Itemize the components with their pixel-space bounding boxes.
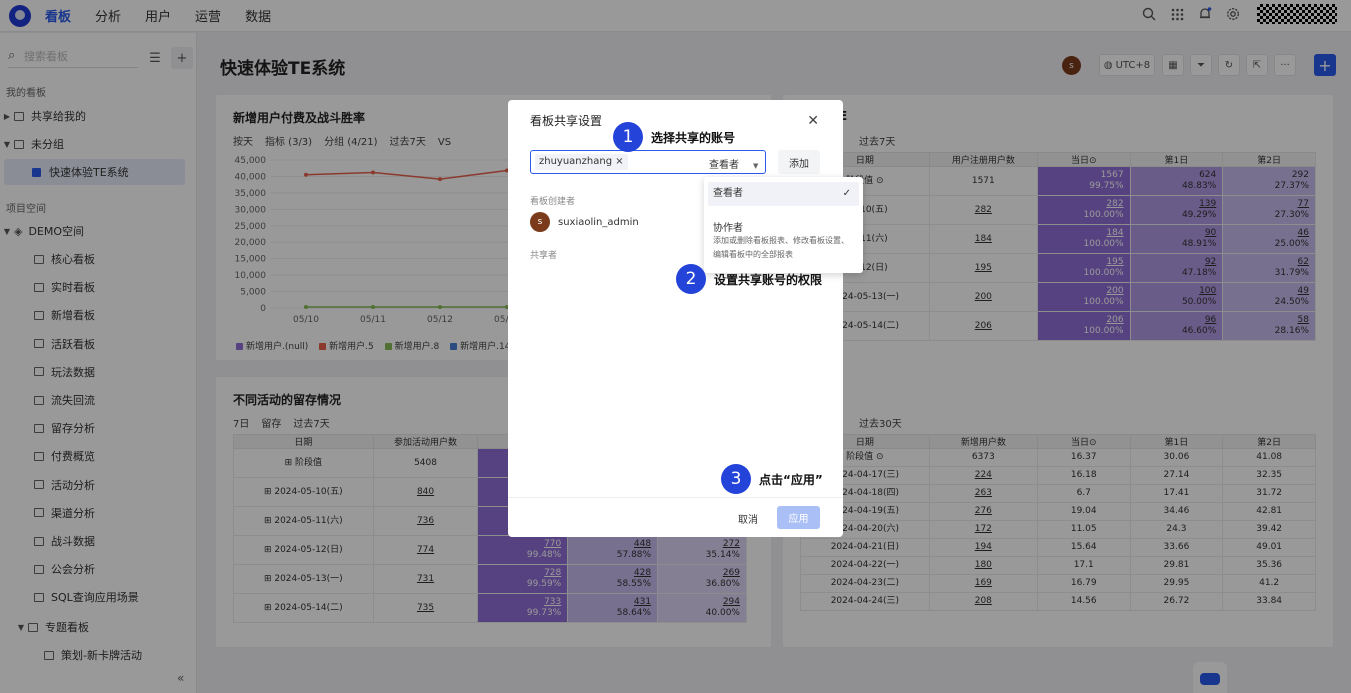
creator-avatar: s: [530, 212, 550, 232]
role-dropdown-menu: 查看者 ✓ 协作者 添加或删除看板报表、修改看板设置、编辑看板中的全部报表: [704, 177, 863, 273]
role-option-collaborator[interactable]: 协作者: [713, 219, 743, 234]
step-text: 选择共享的账号: [651, 130, 736, 145]
step-number-badge: 2: [676, 264, 706, 294]
step-number-badge: 3: [721, 464, 751, 494]
selected-account-tag: zhuyuanzhang ×: [535, 154, 628, 170]
add-button[interactable]: 添加: [778, 150, 820, 174]
callout-step-3: 3 点击“应用”: [721, 464, 823, 494]
cancel-button[interactable]: 取消: [738, 511, 758, 526]
close-icon[interactable]: ✕: [807, 113, 819, 129]
check-icon: ✓: [842, 188, 851, 199]
creator-label: 看板创建者: [530, 197, 576, 207]
apply-button[interactable]: 应用: [777, 506, 820, 529]
tag-remove-icon[interactable]: ×: [615, 156, 623, 167]
role-option-viewer[interactable]: 查看者 ✓: [708, 182, 859, 206]
dialog-title: 看板共享设置: [530, 114, 603, 128]
creator-name: suxiaolin_admin: [558, 216, 639, 228]
callout-step-2: 2 设置共享账号的权限: [676, 264, 822, 294]
step-text: 点击“应用”: [759, 472, 823, 487]
sharer-label: 共享者: [530, 251, 558, 261]
collaborator-description: 添加或删除看板报表、修改看板设置、编辑看板中的全部报表: [713, 236, 849, 259]
role-select[interactable]: 查看者 ▼: [709, 156, 758, 171]
chevron-down-icon: ▼: [753, 162, 759, 170]
step-text: 设置共享账号的权限: [714, 272, 823, 287]
callout-step-1: 1 选择共享的账号: [613, 122, 735, 152]
account-select-input[interactable]: zhuyuanzhang × 查看者 ▼: [530, 150, 766, 174]
creator-row: s suxiaolin_admin: [530, 212, 639, 232]
dialog-footer-divider: [508, 497, 843, 498]
step-number-badge: 1: [613, 122, 643, 152]
